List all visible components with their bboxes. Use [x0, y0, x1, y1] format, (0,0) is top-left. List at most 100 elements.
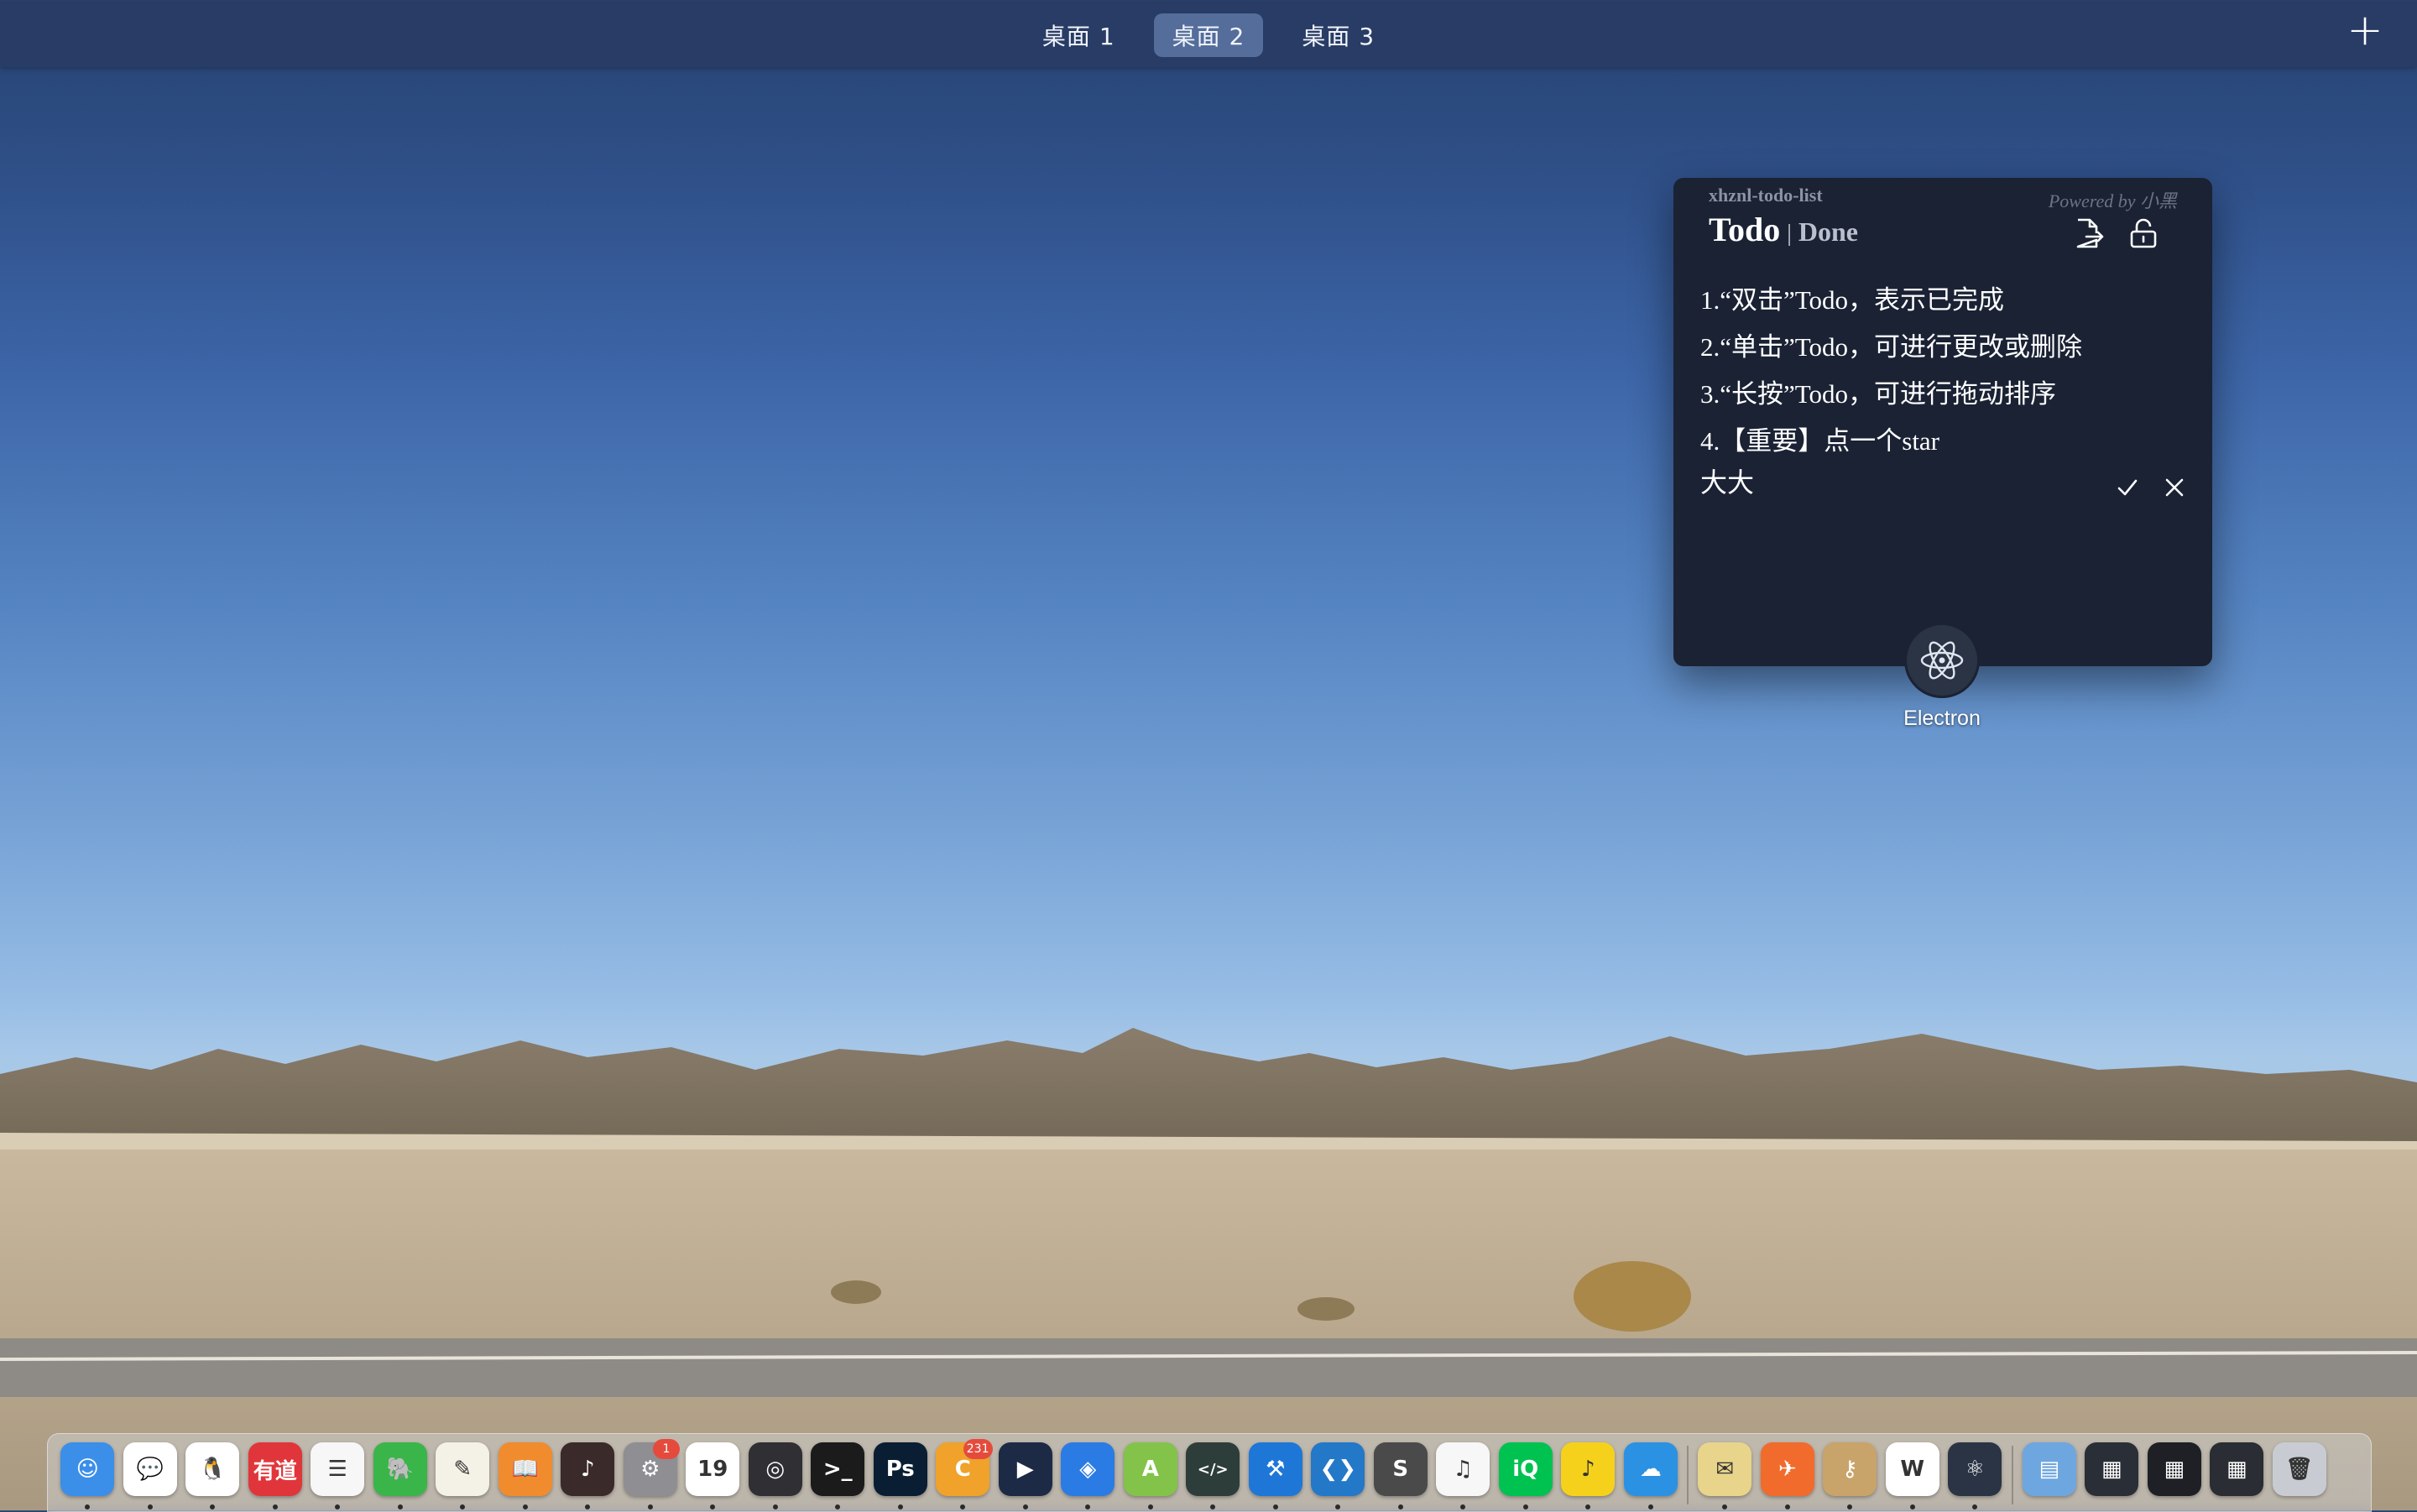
app-name: xhznl-todo-list [1709, 185, 1823, 206]
running-indicator [335, 1504, 341, 1509]
sublime-icon: S [1373, 1442, 1428, 1496]
window-thumb-icon: ▦ [2147, 1442, 2201, 1496]
postman-icon: ✈ [1760, 1442, 1814, 1496]
dock-item-folder[interactable]: ▤ [2018, 1439, 2081, 1511]
running-indicator [710, 1504, 716, 1509]
dock-item-wechat[interactable]: 💬 [119, 1439, 182, 1511]
todo-item[interactable]: 2.“单击”Todo，可进行更改或删除 [1700, 324, 2195, 371]
dock-item-settings[interactable]: ⚙ 1 [619, 1439, 682, 1511]
space-tab-2[interactable]: 桌面 2 [1153, 13, 1264, 57]
notification-badge: 1 [653, 1439, 680, 1459]
qq-icon: 🐧 [185, 1442, 240, 1496]
tab-todo[interactable]: Todo [1709, 210, 1780, 249]
wps-icon: W [1885, 1442, 1939, 1496]
terminal-icon: >_ [811, 1442, 865, 1496]
todo-item[interactable]: 1.“双击”Todo，表示已完成 [1700, 277, 2195, 324]
running-indicator [1022, 1504, 1028, 1509]
dock-item-cloud[interactable]: ☁ [1620, 1439, 1683, 1511]
dock-item-itunes[interactable]: ♫ [1432, 1439, 1495, 1511]
space-tab-3[interactable]: 桌面 3 [1283, 13, 1393, 57]
running-indicator [85, 1504, 91, 1509]
dock: ☺ 💬 🐧 有道 ☰ 🐘 ✎ 📖 ♪ ⚙ 1 19 ◎ >_ Ps C 231 ▶ ◈ A </> ⚒ ❮❯ S ♫ iQ ♪ ☁ ✉ ✈… [47, 1433, 2372, 1512]
running-indicator [1585, 1504, 1591, 1509]
dock-item-evernote[interactable]: 🐘 [369, 1439, 432, 1511]
dock-item-trash[interactable]: 🗑 [2268, 1439, 2331, 1511]
dock-item-window-thumb[interactable]: ▦ [2143, 1439, 2206, 1511]
todo-list: 1.“双击”Todo，表示已完成 2.“单击”Todo，可进行更改或删除 3.“… [1700, 277, 2195, 497]
todo-edit-row [1700, 465, 2195, 497]
space-tab-1[interactable]: 桌面 1 [1024, 13, 1134, 57]
add-space-button[interactable]: + [2347, 8, 2383, 52]
todo-edit-input[interactable] [1700, 465, 2086, 497]
dock-item-sublime[interactable]: S [1370, 1439, 1433, 1511]
todo-window[interactable]: xhznl-todo-list Powered by 小黑 Todo | Don… [1673, 178, 2212, 666]
todo-item[interactable]: 3.“长按”Todo，可进行拖动排序 [1700, 371, 2195, 418]
todo-item[interactable]: 4.【重要】点一个star [1700, 418, 2195, 465]
running-indicator [1522, 1504, 1528, 1509]
tab-done[interactable]: Done [1798, 216, 1858, 248]
dock-item-vscode[interactable]: ❮❯ [1307, 1439, 1370, 1511]
dock-item-qqmusic[interactable]: ♪ [1557, 1439, 1620, 1511]
activity-icon: ♪ [561, 1442, 615, 1496]
dock-item-youdao[interactable]: 有道 [244, 1439, 307, 1511]
dock-item-keychain[interactable]: ⚷ [1819, 1439, 1882, 1511]
unlock-icon[interactable] [2127, 216, 2160, 250]
dock-item-android-studio[interactable]: A [1120, 1439, 1182, 1511]
dock-item-photoshop[interactable]: Ps [869, 1439, 932, 1511]
dock-item-reminders[interactable]: ☰ [306, 1439, 369, 1511]
dock-item-canary[interactable]: C 231 [932, 1439, 994, 1511]
dock-item-wps[interactable]: W [1882, 1439, 1945, 1511]
dock-item-textedit[interactable]: ✎ [431, 1439, 494, 1511]
running-indicator [1972, 1504, 1978, 1509]
dock-item-electron-thumb[interactable]: ▦ [2206, 1439, 2268, 1511]
window-app-name: Electron [1903, 706, 1981, 730]
running-indicator [1085, 1504, 1091, 1509]
dock-item-activity[interactable]: ♪ [556, 1439, 619, 1511]
dock-separator [1687, 1446, 1689, 1504]
running-indicator [1909, 1504, 1915, 1509]
dock-item-terminal[interactable]: >_ [807, 1439, 869, 1511]
close-icon[interactable] [2160, 473, 2189, 502]
export-icon[interactable] [2071, 216, 2105, 250]
running-indicator [1460, 1504, 1466, 1509]
dock-item-xcode[interactable]: ⚒ [1245, 1439, 1308, 1511]
cloud-icon: ☁ [1623, 1442, 1678, 1496]
dock-item-stickies[interactable]: ✉ [1694, 1439, 1757, 1511]
tab-separator: | [1787, 221, 1792, 247]
iqiyi-icon: iQ [1498, 1442, 1553, 1496]
vscode-icon: ❮❯ [1311, 1442, 1365, 1496]
dock-item-qq[interactable]: 🐧 [181, 1439, 244, 1511]
window-app-label[interactable]: Electron [1898, 623, 1986, 731]
keychain-icon: ⚷ [1823, 1442, 1877, 1496]
android-studio-icon: A [1123, 1442, 1177, 1496]
trash-icon: 🗑 [2272, 1442, 2326, 1496]
evernote-icon: 🐘 [373, 1442, 427, 1496]
dock-item-window-thumb[interactable]: ▦ [2080, 1439, 2143, 1511]
running-indicator [585, 1504, 591, 1509]
dock-item-quicktime[interactable]: ▶ [994, 1439, 1057, 1511]
dock-item-postman[interactable]: ✈ [1757, 1439, 1819, 1511]
itunes-icon: ♫ [1436, 1442, 1490, 1496]
dock-item-books[interactable]: 📖 [494, 1439, 557, 1511]
notification-badge: 231 [963, 1439, 993, 1459]
check-icon[interactable] [2113, 473, 2142, 502]
running-indicator [772, 1504, 778, 1509]
youdao-icon: 有道 [248, 1442, 302, 1496]
electron-icon [1904, 623, 1980, 698]
running-indicator [1147, 1504, 1153, 1509]
electron-thumb-icon: ▦ [2210, 1442, 2264, 1496]
dock-item-instruments[interactable]: ◎ [744, 1439, 807, 1511]
dock-item-script-editor[interactable]: </> [1182, 1439, 1245, 1511]
window-thumb-icon: ▦ [2085, 1442, 2139, 1496]
running-indicator [1784, 1504, 1790, 1509]
running-indicator [1335, 1504, 1341, 1509]
instruments-icon: ◎ [748, 1442, 802, 1496]
wechat-icon: 💬 [123, 1442, 177, 1496]
dock-item-calendar[interactable]: 19 [681, 1439, 744, 1511]
dock-item-finder[interactable]: ☺ [56, 1439, 119, 1511]
dock-item-electron[interactable]: ⚛ [1944, 1439, 2007, 1511]
running-indicator [1210, 1504, 1216, 1509]
dock-item-iqiyi[interactable]: iQ [1495, 1439, 1558, 1511]
dock-item-safari[interactable]: ◈ [1057, 1439, 1120, 1511]
script-editor-icon: </> [1186, 1442, 1240, 1496]
